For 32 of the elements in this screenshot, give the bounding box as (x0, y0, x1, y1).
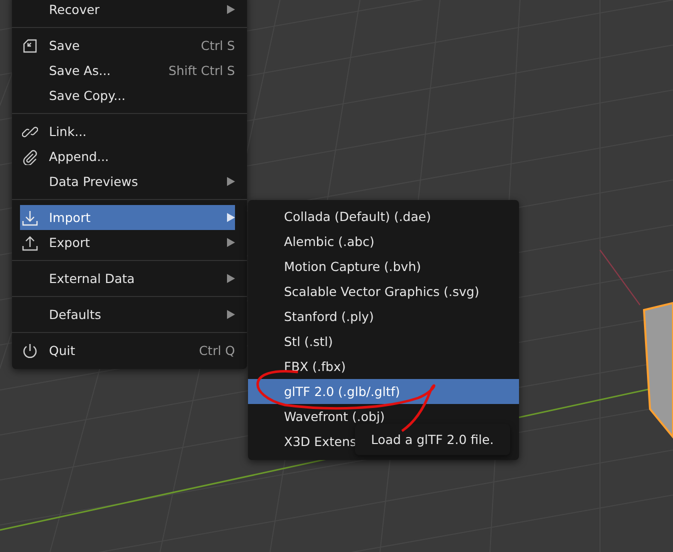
submenu-arrow-icon (227, 238, 235, 247)
submenu-arrow-icon (227, 5, 235, 14)
menu-item[interactable]: Append... (12, 144, 247, 169)
menu-item[interactable]: Save As... Shift Ctrl S (12, 58, 247, 83)
menu-item[interactable]: Save Copy... (12, 83, 247, 108)
menu-item[interactable]: Stanford (.ply) (248, 304, 519, 329)
submenu-arrow-icon (227, 177, 235, 186)
menu-item[interactable]: Export (12, 230, 247, 255)
menu-item[interactable]: Alembic (.abc) (248, 229, 519, 254)
menu-item[interactable]: Save Ctrl S (12, 27, 247, 58)
menu-item[interactable]: Scalable Vector Graphics (.svg) (248, 279, 519, 304)
paperclip-icon (22, 148, 38, 164)
menu-item[interactable]: Collada (Default) (.dae) (248, 204, 519, 229)
menu-item[interactable]: glTF 2.0 (.glb/.gltf) (248, 379, 519, 404)
menu-item[interactable]: External Data (12, 260, 247, 291)
submenu-arrow-icon (227, 274, 235, 283)
menu-item[interactable]: Data Previews (12, 169, 247, 194)
submenu-arrow-icon (227, 310, 235, 319)
menu-item[interactable]: FBX (.fbx) (248, 354, 519, 379)
import-icon (22, 210, 38, 226)
power-icon (22, 342, 38, 358)
menu-item[interactable]: Motion Capture (.bvh) (248, 254, 519, 279)
menu-item[interactable]: Recover (12, 0, 247, 22)
tooltip: Load a glTF 2.0 file. (355, 424, 510, 455)
export-icon (22, 234, 38, 250)
save-icon (22, 38, 38, 54)
menu-item[interactable]: Import (12, 199, 247, 230)
menu-item[interactable]: Defaults (12, 296, 247, 327)
menu-item[interactable]: Quit Ctrl Q (12, 332, 247, 363)
menu-item[interactable]: Stl (.stl) (248, 329, 519, 354)
submenu-arrow-icon (227, 213, 235, 222)
menu-item[interactable]: Link... (12, 113, 247, 144)
